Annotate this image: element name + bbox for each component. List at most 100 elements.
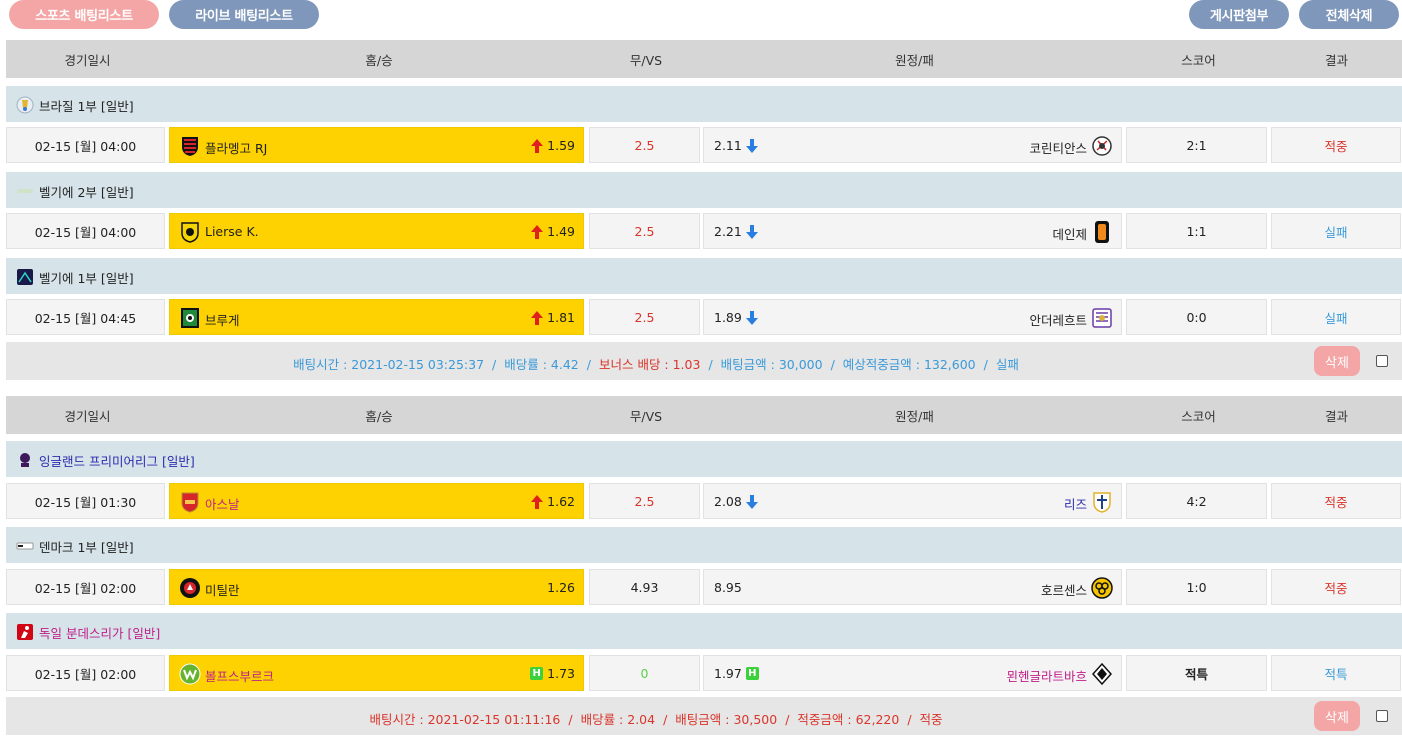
live-betting-list-button[interactable]: 라이브 배팅리스트 [169,0,319,29]
score: 1:1 [1126,213,1267,249]
match-date: 02-15 [월] 02:00 [6,569,165,605]
league-row: 벨기에 2부 [일반] [6,172,1402,208]
odds-rate: 배당률 : 2.04 [580,712,656,727]
result: 적중 [1271,569,1401,605]
home-team-cell[interactable]: 아스날 1.62 [169,483,584,519]
home-team-cell[interactable]: 브루게 1.81 [169,299,584,335]
leeds-logo-icon [1091,490,1113,514]
draw-odds-cell[interactable]: 2.5 [589,213,700,249]
match-row: 02-15 [월] 04:00 Lierse K. 1.49 2.5 2.21 … [6,212,1402,250]
header-date: 경기일시 [64,408,111,424]
league-row: 브라질 1부 [일반] [6,86,1402,122]
bet-status: 실패 [995,357,1019,372]
home-team-cell[interactable]: 볼프스부르크 H 1.73 [169,655,584,691]
home-odds: 1.62 [547,494,575,509]
away-team-cell[interactable]: 1.89 안더레흐트 [703,299,1122,335]
table-header: 경기일시 홈/승 무/VS 원정/패 스코어 결과 [6,40,1402,78]
home-odds: 1.59 [547,138,575,153]
match-row: 02-15 [월] 01:30 아스날 1.62 2.5 2.08 리즈 4:2… [6,482,1402,520]
deinze-logo-icon [1091,220,1113,244]
lierse-logo-icon [179,220,201,244]
odds-rate: 배당률 : 4.42 [504,357,579,372]
arrow-up-icon [531,310,544,325]
anderlecht-logo-icon [1091,306,1113,330]
header-home: 홈/승 [365,408,393,424]
wolfsburg-logo-icon [179,662,201,686]
home-team-cell[interactable]: 미틸란 1.26 [169,569,584,605]
away-team-cell[interactable]: 2.08 리즈 [703,483,1122,519]
away-team-cell[interactable]: 2.11 코린티안스 [703,127,1122,163]
bonus-odds: 보너스 배당 : 1.03 [598,357,701,372]
select-checkbox[interactable] [1376,355,1388,367]
arrow-down-icon [745,310,758,325]
match-date: 02-15 [월] 04:00 [6,213,165,249]
draw-odds-cell[interactable]: 2.5 [589,127,700,163]
jupiler-league-icon [15,267,34,286]
header-draw: 무/VS [629,408,663,424]
brugge-logo-icon [179,306,201,330]
result: 실패 [1271,213,1401,249]
belgium-league-icon [15,181,34,200]
home-team-name: Lierse K. [205,224,259,239]
match-date: 02-15 [월] 02:00 [6,655,165,691]
match-date: 02-15 [월] 04:45 [6,299,165,335]
home-odds: 1.73 [547,666,575,681]
league-name: 독일 분데스리가 [일반] [39,626,161,641]
away-team-cell[interactable]: 2.21 데인제 [703,213,1122,249]
score: 적특 [1126,655,1267,691]
bundesliga-icon [15,622,34,641]
bet-summary: 배팅시간 : 2021-02-15 03:25:37/배당률 : 4.42/보너… [6,342,1402,380]
delete-button[interactable]: 삭제 [1314,701,1360,731]
away-team-cell[interactable]: 8.95 호르센스 [703,569,1122,605]
home-team-name: 미틸란 [205,583,240,598]
home-odds: 1.49 [547,224,575,239]
header-score: 스코어 [1181,408,1216,424]
away-team-name: 코린티안스 [1029,141,1087,156]
match-date: 02-15 [월] 04:00 [6,127,165,163]
home-team-cell[interactable]: Lierse K. 1.49 [169,213,584,249]
arrow-down-icon [745,494,758,509]
result: 적중 [1271,127,1401,163]
away-odds: 2.21 [714,224,742,239]
draw-odds-cell[interactable]: 2.5 [589,299,700,335]
arrow-up-icon [531,224,544,239]
header-result: 결과 [1324,52,1348,68]
match-row: 02-15 [월] 04:00 플라멩고 RJ 1.59 2.5 2.11 코린… [6,126,1402,164]
result: 적특 [1271,655,1401,691]
away-team-name: 호르센스 [1040,583,1087,598]
draw-odds-cell[interactable]: 4.93 [589,569,700,605]
home-team-cell[interactable]: 플라멩고 RJ 1.59 [169,127,584,163]
delete-button[interactable]: 삭제 [1314,346,1360,376]
expected-win-amount: 예상적중금액 : 132,600 [842,357,976,372]
board-attach-button[interactable]: 게시판첨부 [1189,0,1289,29]
draw-odds-cell[interactable]: 2.5 [589,483,700,519]
away-odds: 1.97 [714,666,742,681]
bet-amount: 배팅금액 : 30,500 [675,712,778,727]
flamengo-logo-icon [179,134,201,158]
win-amount: 적중금액 : 62,220 [797,712,900,727]
header-away: 원정/패 [895,408,934,424]
away-team-name: 리즈 [1063,497,1087,512]
away-odds: 8.95 [714,580,742,595]
draw-odds-cell[interactable]: 0 [589,655,700,691]
gladbach-logo-icon [1091,662,1113,686]
arrow-down-icon [745,138,758,153]
brazil-league-icon [15,95,34,114]
league-row: 덴마크 1부 [일반] [6,527,1402,563]
select-checkbox[interactable] [1376,710,1388,722]
away-odds: 2.11 [714,138,742,153]
header-away: 원정/패 [895,52,934,68]
away-team-cell[interactable]: 1.97 H 묀헨글라트바흐 [703,655,1122,691]
league-name: 잉글랜드 프리미어리그 [일반] [39,454,195,469]
top-toolbar: 스포츠 배팅리스트 라이브 배팅리스트 게시판첨부 전체삭제 [0,0,1402,32]
match-row: 02-15 [월] 02:00 미틸란 1.26 4.93 8.95 호르센스 … [6,568,1402,606]
away-odds: 1.89 [714,310,742,325]
sports-betting-list-button[interactable]: 스포츠 배팅리스트 [9,0,159,29]
arrow-up-icon [531,494,544,509]
delete-all-button[interactable]: 전체삭제 [1299,0,1399,29]
home-team-name: 브루게 [205,313,240,328]
header-draw: 무/VS [629,52,663,68]
table-header: 경기일시 홈/승 무/VS 원정/패 스코어 결과 [6,396,1402,434]
premier-league-icon [15,450,34,469]
home-team-name: 볼프스부르크 [205,669,275,684]
